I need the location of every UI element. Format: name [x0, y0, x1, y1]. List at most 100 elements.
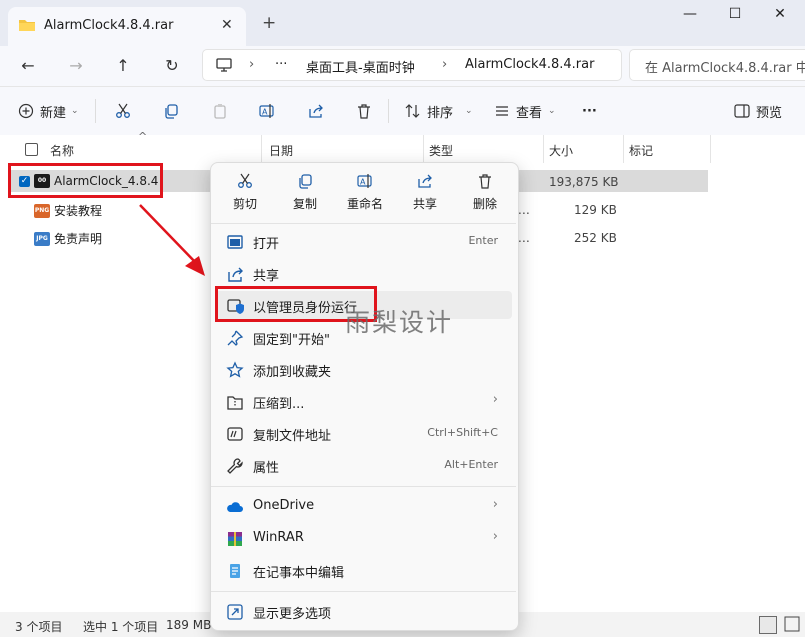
quick-share-button[interactable]: 共享 [400, 173, 450, 212]
quick-share-label: 共享 [412, 197, 437, 211]
sort-button[interactable]: 排序 ⌄ [405, 100, 473, 122]
list-item[interactable]: PNG 安装教程 [34, 202, 102, 219]
selection-count: 选中 1 个项目 [83, 620, 159, 634]
share-icon[interactable] [308, 103, 324, 119]
menu-item-label: 复制文件地址 [253, 429, 332, 444]
back-button[interactable]: ← [16, 54, 40, 78]
sort-arrow-icon: ^ [138, 130, 148, 143]
address-bar[interactable]: › ··· 桌面工具-桌面时钟 › AlarmClock4.8.4.rar [202, 49, 622, 81]
minimize-button[interactable]: — [667, 6, 713, 26]
breadcrumb-archive[interactable]: AlarmClock4.8.4.rar [465, 57, 594, 72]
quick-copy-button[interactable]: 复制 [280, 173, 330, 212]
view-label: 查看 [516, 105, 543, 121]
list-item[interactable]: JPG 免责声明 [34, 230, 102, 247]
paste-icon[interactable] [212, 103, 228, 119]
svg-text:A: A [262, 108, 268, 117]
view-icon [496, 106, 508, 116]
menu-item-copy-path[interactable]: 复制文件地址 Ctrl+Shift+C [215, 419, 512, 447]
menu-item-shortcut: Alt+Enter [444, 458, 498, 471]
preview-pane-icon [734, 104, 750, 118]
column-header-tag[interactable]: 标记 [629, 142, 653, 159]
rename-icon[interactable]: A [259, 103, 275, 119]
pin-icon [227, 330, 244, 346]
new-button[interactable]: 新建 ⌄ [18, 100, 79, 122]
new-button-label: 新建 [40, 105, 67, 121]
quick-rename-button[interactable]: A 重命名 [340, 173, 390, 212]
breadcrumb-ellipsis[interactable]: ··· [275, 57, 287, 72]
tab-current[interactable]: AlarmClock4.8.4.rar ✕ [8, 7, 246, 46]
share-icon [228, 267, 243, 282]
maximize-button[interactable]: ☐ [712, 6, 758, 26]
up-button[interactable]: ↑ [111, 54, 135, 78]
file-name: 免责声明 [54, 232, 103, 246]
quick-delete-button[interactable]: 删除 [460, 173, 510, 212]
notepad-icon [230, 564, 240, 578]
open-icon [227, 235, 243, 249]
new-tab-button[interactable]: + [262, 13, 276, 33]
column-header-size[interactable]: 大小 [549, 142, 573, 159]
breadcrumb-desktop-tools[interactable]: 桌面工具-桌面时钟 [306, 57, 415, 76]
folder-icon [19, 20, 35, 31]
chevron-right-icon: › [442, 57, 448, 72]
details-view-icon[interactable] [759, 616, 777, 634]
menu-item-compress[interactable]: 压缩到... › [215, 387, 512, 415]
chevron-right-icon: › [492, 529, 498, 544]
quick-delete-label: 删除 [472, 197, 497, 211]
menu-item-share[interactable]: 共享 [215, 259, 512, 287]
column-header-name[interactable]: 名称 [50, 142, 74, 159]
preview-label: 预览 [756, 105, 783, 121]
file-size: 129 KB [574, 203, 617, 217]
menu-item-label: WinRAR [253, 530, 304, 545]
column-header-type[interactable]: 类型 [429, 142, 453, 159]
quick-cut-button[interactable]: 剪切 [220, 173, 270, 212]
menu-item-add-favorites[interactable]: 添加到收藏夹 [215, 355, 512, 383]
cloud-icon [227, 502, 243, 512]
menu-item-label: 共享 [253, 269, 280, 284]
sort-icon [405, 104, 420, 118]
winrar-icon [228, 532, 242, 546]
menu-item-edit-notepad[interactable]: 在记事本中编辑 [215, 556, 512, 584]
refresh-button[interactable]: ↻ [160, 54, 184, 78]
menu-item-open[interactable]: 打开 Enter [215, 227, 512, 255]
delete-icon[interactable] [356, 103, 372, 119]
view-button[interactable]: 查看 ⌄ [494, 100, 556, 122]
chevron-down-icon: ⌄ [71, 106, 79, 116]
select-all-checkbox[interactable] [25, 143, 38, 156]
tab-title: AlarmClock4.8.4.rar [44, 18, 174, 33]
watermark: 雨梨设计 [345, 308, 454, 337]
highlight-box-file [8, 163, 163, 198]
column-header-date[interactable]: 日期 [269, 142, 293, 159]
menu-item-show-more-options[interactable]: 显示更多选项 [215, 597, 512, 625]
menu-item-onedrive[interactable]: OneDrive › [215, 492, 512, 520]
sort-label: 排序 [427, 105, 454, 121]
title-bar: AlarmClock4.8.4.rar ✕ + — ☐ ✕ [0, 0, 805, 46]
preview-button[interactable]: 预览 [734, 100, 782, 122]
cut-icon [238, 173, 252, 188]
quick-rename-label: 重命名 [346, 197, 383, 211]
search-placeholder: 在 AlarmClock4.8.4.rar 中搜 [645, 61, 805, 76]
more-button[interactable]: ··· [582, 100, 597, 122]
copy-icon[interactable] [163, 103, 179, 119]
file-size: 252 KB [574, 231, 617, 245]
chevron-down-icon: ⌄ [548, 106, 556, 116]
navigation-bar: ← → ↑ ↻ › ··· 桌面工具-桌面时钟 › AlarmClock4.8.… [0, 46, 805, 86]
arrow-annotation [139, 204, 205, 276]
file-name: 安装教程 [54, 204, 103, 218]
png-icon: PNG [34, 203, 50, 218]
zip-icon [227, 396, 243, 410]
menu-item-properties[interactable]: 属性 Alt+Enter [215, 451, 512, 479]
menu-item-label: 添加到收藏夹 [253, 365, 332, 380]
cut-icon[interactable] [115, 103, 131, 119]
chevron-down-icon: ⌄ [465, 106, 473, 116]
wrench-icon [227, 458, 243, 474]
copy-icon [299, 174, 312, 189]
forward-button[interactable]: → [64, 54, 88, 78]
menu-item-label: 压缩到... [253, 397, 305, 412]
tiles-view-icon[interactable] [784, 616, 800, 632]
quick-copy-label: 复制 [292, 197, 317, 211]
close-button[interactable]: ✕ [757, 6, 803, 26]
menu-item-winrar[interactable]: WinRAR › [215, 524, 512, 552]
tab-close-button[interactable]: ✕ [221, 17, 233, 33]
search-box[interactable]: 在 AlarmClock4.8.4.rar 中搜 [629, 49, 805, 81]
menu-item-label: 在记事本中编辑 [253, 566, 345, 581]
